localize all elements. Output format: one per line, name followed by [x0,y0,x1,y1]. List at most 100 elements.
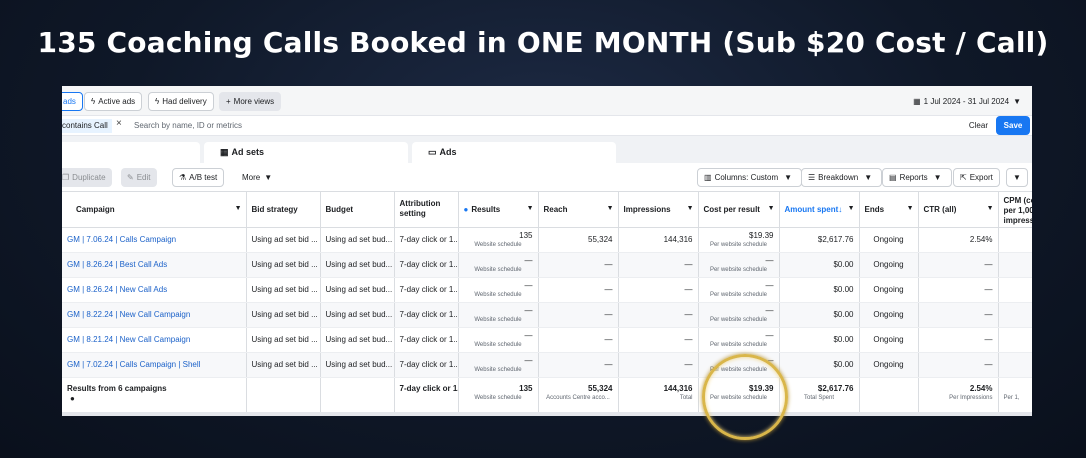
duplicate-button[interactable]: ❐ Duplicate [62,168,112,187]
col-cost-per-result[interactable]: Cost per result ▼ [698,192,780,228]
col-label: Results [471,204,501,214]
had-delivery-chip[interactable]: ϟ Had delivery [148,92,214,111]
campaign-cell[interactable]: GM | 8.26.24 | New Call Ads [62,277,247,303]
budget-cell: Using ad set bud... [320,252,395,278]
breakdown-button[interactable]: ☰ Breakdown ▼ [801,168,883,187]
save-button[interactable]: Save [996,116,1030,135]
table-row[interactable]: GM | 8.22.24 | New Call Campaign Using ad… [62,302,1032,328]
campaign-cell[interactable]: GM | 8.22.24 | New Call Campaign [62,302,247,328]
horizontal-scrollbar[interactable] [62,412,1032,416]
col-campaign[interactable]: Campaign ▼ [62,192,247,228]
ends-value: Ongoing [873,235,904,244]
col-budget[interactable]: Budget [320,192,395,228]
tab-ad-sets[interactable]: ▦ Ad sets [204,142,408,163]
results-value: — [524,256,533,265]
columns-button[interactable]: ▥ Columns: Custom ▼ [697,168,803,187]
col-label: Ends [864,204,885,214]
col-label: Cost per result [703,204,760,214]
campaign-name-link: GM | 8.21.24 | New Call Campaign [67,335,191,344]
col-results[interactable]: ● Results ▼ [458,192,539,228]
chevron-down-icon: ▼ [1013,97,1021,106]
edit-button[interactable]: ✎ Edit [121,168,157,187]
duplicate-icon: ❐ [62,173,70,182]
campaign-cell[interactable]: GM | 7.06.24 | Calls Campaign [62,227,247,253]
more-views-chip[interactable]: + More views [219,92,282,111]
attribution-value: 7-day click or 1... [399,310,458,319]
info-icon: ● [463,204,469,214]
pencil-icon: ✎ [127,173,134,182]
amount-spent-cell: $0.00 [779,277,860,303]
results-sub-label: Website schedule [474,367,522,373]
results-value: — [524,331,533,340]
table-row[interactable]: GM | 8.21.24 | New Call Campaign Using ad… [62,327,1032,353]
campaign-name-link: GM | 8.22.24 | New Call Campaign [67,310,191,319]
table-row[interactable]: GM | 8.26.24 | New Call Ads Using ad set … [62,277,1032,303]
reports-button[interactable]: ▤ Reports ▼ [882,168,952,187]
calendar-icon: ▦ [913,97,921,106]
col-cpm[interactable]: CPM (cost per 1,000 impressions) [998,192,1032,228]
totals-results-sub: Website schedule [474,394,522,401]
col-amount-spent[interactable]: Amount spent↓ ▼ [779,192,860,228]
totals-label-cell: Results from 6 campaigns ● [62,376,247,413]
col-impressions[interactable]: Impressions ▼ [618,192,699,228]
search-input[interactable]: Search by name, ID or metrics [134,119,242,133]
cost-per-result-sub-label: Per website schedule [709,317,768,323]
totals-reach-cell: 55,324 Accounts Centre acco... [538,376,619,413]
more-button[interactable]: More ▼ [236,168,281,187]
table-row[interactable]: GM | 7.06.24 | Calls Campaign Using ad se… [62,227,1032,253]
col-bid-strategy[interactable]: Bid strategy [246,192,321,228]
campaign-name-link: GM | 8.26.24 | New Call Ads [67,285,168,294]
sort-arrow-icon: ↓ [838,204,843,214]
clear-button[interactable]: Clear [969,118,988,134]
ab-test-label: A/B test [189,173,218,182]
cpm-cell [998,327,1032,353]
tab-campaigns[interactable]: s [62,142,200,163]
ctr-cell: — [918,277,999,303]
active-ads-chip[interactable]: ϟ Active ads [84,92,143,111]
col-ends[interactable]: Ends ▼ [859,192,919,228]
campaign-cell[interactable]: GM | 8.26.24 | Best Call Ads [62,252,247,278]
export-button[interactable]: ⇱ Export [953,168,1000,187]
table-row[interactable]: GM | 8.26.24 | Best Call Ads Using ad set… [62,252,1032,278]
totals-impressions-value: 144,316 [663,383,693,393]
results-cell: — Website schedule [458,252,539,278]
cost-per-result-value: — [765,281,774,290]
attribution-value: 7-day click or 1... [399,260,458,269]
totals-row: Results from 6 campaigns ● 7-day click or … [62,376,1032,413]
date-range-label: 1 Jul 2024 - 31 Jul 2024 [923,97,1010,106]
budget-value: Using ad set bud... [325,260,393,269]
bid-cell: Using ad set bid ... [246,327,321,353]
table-header: Campaign ▼ Bid strategy Budget Attributio… [62,192,1032,228]
bid-cell: Using ad set bid ... [246,252,321,278]
table-row[interactable]: GM | 7.02.24 | Calls Campaign | Shell Usi… [62,352,1032,378]
cost-per-result-sub-label: Per website schedule [709,342,768,348]
date-range-picker[interactable]: ▦ 1 Jul 2024 - 31 Jul 2024 ▼ [913,92,1024,111]
col-attribution[interactable]: Attribution setting [394,192,459,228]
ends-cell: Ongoing [859,227,919,253]
ends-value: Ongoing [873,335,904,344]
ends-cell: Ongoing [859,252,919,278]
export-menu-button[interactable]: ▼ [1006,168,1028,187]
campaign-cell[interactable]: GM | 7.02.24 | Calls Campaign | Shell [62,352,247,378]
close-icon[interactable]: × [116,118,122,129]
totals-ctr-sub: Per Impressions [949,394,993,401]
col-ctr[interactable]: CTR (all) ▼ [918,192,999,228]
campaign-cell[interactable]: GM | 8.21.24 | New Call Campaign [62,327,247,353]
col-reach[interactable]: Reach ▼ [538,192,619,228]
attribution-value: 7-day click or 1... [399,235,458,244]
ads-view-chip[interactable]: ads [62,92,83,111]
chevron-down-icon: ▼ [933,173,942,182]
tab-ads[interactable]: ▭ Ads [412,142,616,163]
ab-test-button[interactable]: ⚗ A/B test [172,168,225,187]
impressions-value: — [684,285,693,294]
export-icon: ⇱ [960,173,967,182]
ctr-cell: — [918,327,999,353]
reach-cell: — [538,252,619,278]
amount-spent-value: $0.00 [833,335,854,344]
col-label: Amount spent [784,204,839,214]
active-filter-pill[interactable]: contains Call [62,119,112,133]
budget-value: Using ad set bud... [325,360,393,369]
totals-amount-spent-sub: Total Spent [803,394,835,401]
filter-bar: ads ϟ Active ads ϟ Had delivery + More view… [62,86,1032,116]
campaign-name-link: GM | 7.02.24 | Calls Campaign | Shell [67,360,201,369]
